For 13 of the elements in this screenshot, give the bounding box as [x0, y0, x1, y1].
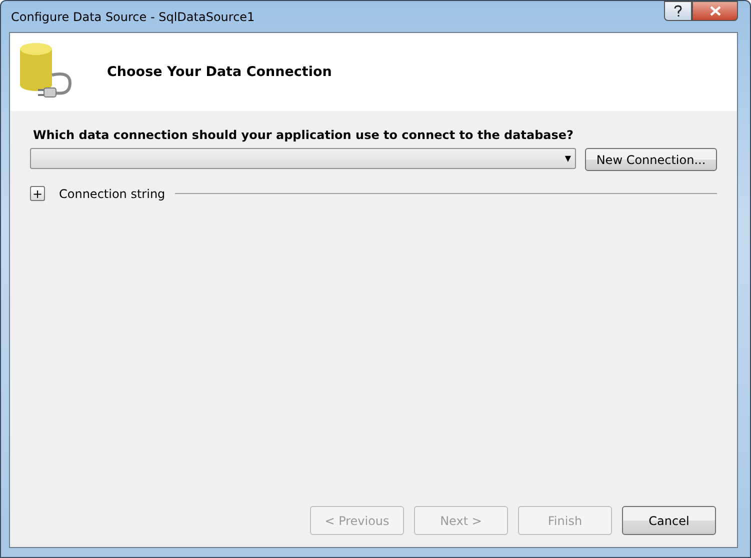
connection-dropdown[interactable]: ▼ — [30, 148, 576, 169]
dropdown-arrow: ▼ — [564, 154, 571, 163]
prompt-label: Which data connection should your application use to connect to the database? — [33, 128, 574, 142]
help-button[interactable] — [664, 1, 692, 21]
new-connection-button[interactable]: New Connection... — [585, 148, 717, 171]
page-heading: Choose Your Data Connection — [107, 64, 332, 80]
wizard-button[interactable]: Cancel — [622, 506, 716, 535]
expand-button[interactable]: + — [30, 186, 45, 201]
connection-string-label: Connection string — [59, 186, 166, 200]
help-icon — [674, 5, 682, 17]
close-icon — [710, 6, 720, 16]
close-button[interactable] — [692, 1, 738, 21]
window-title: Configure Data Source - SqlDataSource1 — [10, 10, 255, 24]
